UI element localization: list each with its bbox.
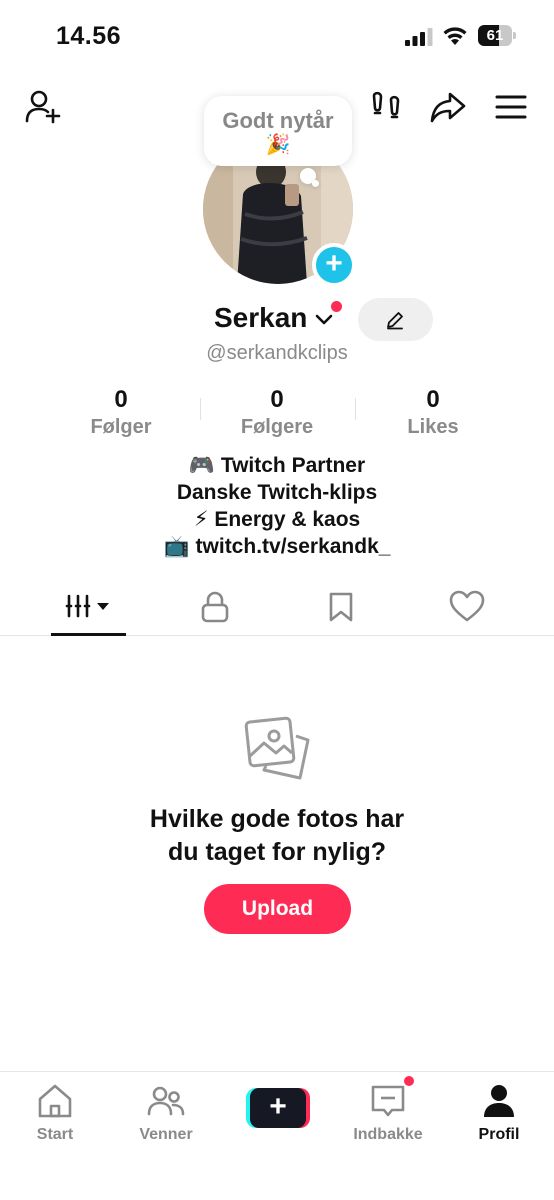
stat-likes-label: Likes bbox=[407, 416, 459, 438]
notification-dot bbox=[331, 301, 342, 312]
stat-followers[interactable]: 0 Følgere bbox=[197, 386, 357, 439]
cellular-signal-icon bbox=[405, 28, 433, 46]
note-bubble-tail-small bbox=[312, 180, 319, 187]
tab-videos[interactable] bbox=[51, 580, 127, 636]
tab-private[interactable] bbox=[177, 580, 253, 636]
share-icon[interactable] bbox=[429, 88, 467, 126]
nav-venner-label: Venner bbox=[139, 1126, 193, 1143]
stat-following-label: Følger bbox=[90, 416, 152, 438]
stat-likes[interactable]: 0 Likes bbox=[353, 386, 513, 439]
bio-link[interactable]: 📺 twitch.tv/serkandk_ bbox=[0, 533, 554, 560]
menu-icon[interactable] bbox=[492, 88, 530, 126]
bio-line: 🎮 Twitch Partner bbox=[188, 454, 366, 477]
empty-state-title: Hvilke gode fotos har du taget for nylig… bbox=[0, 803, 554, 869]
videos-grid-icon bbox=[65, 594, 109, 618]
profile-icon bbox=[484, 1085, 514, 1117]
bio-line: ⚡ Energy & kaos bbox=[193, 508, 361, 531]
nav-indbakke-label: Indbakke bbox=[353, 1126, 423, 1143]
status-bar: 14.56 61 bbox=[0, 0, 554, 70]
friends-icon bbox=[147, 1086, 185, 1116]
empty-state-title-line: du taget for nylig? bbox=[167, 838, 387, 866]
empty-state-title-line: Hvilke gode fotos har bbox=[149, 805, 405, 833]
inbox-icon bbox=[371, 1085, 405, 1117]
stat-following-value: 0 bbox=[114, 386, 128, 413]
add-friend-icon[interactable] bbox=[24, 88, 62, 126]
lock-icon bbox=[201, 591, 229, 623]
bio: 🎮 Twitch Partner Danske Twitch-klips ⚡ E… bbox=[0, 452, 554, 560]
nav-start[interactable]: Start bbox=[5, 1082, 105, 1144]
inbox-notification-dot bbox=[402, 1074, 416, 1088]
status-time: 14.56 bbox=[56, 22, 122, 50]
wifi-icon bbox=[443, 27, 467, 45]
tab-saved[interactable] bbox=[303, 580, 379, 636]
footprints-icon[interactable] bbox=[367, 88, 405, 126]
create-button[interactable]: + bbox=[246, 1088, 310, 1128]
stat-likes-value: 0 bbox=[426, 386, 440, 413]
add-avatar-button[interactable]: + bbox=[312, 243, 356, 287]
stat-followers-value: 0 bbox=[270, 386, 284, 413]
nav-start-label: Start bbox=[36, 1126, 74, 1143]
home-icon bbox=[38, 1084, 72, 1118]
photos-icon bbox=[244, 716, 310, 780]
bio-line: Danske Twitch-klips bbox=[176, 481, 378, 504]
bookmark-icon bbox=[329, 592, 353, 622]
stat-following[interactable]: 0 Følger bbox=[41, 386, 201, 439]
party-popper-emoji: 🎉 bbox=[265, 134, 291, 156]
battery-icon: 61 bbox=[478, 25, 516, 46]
nav-profil-label: Profil bbox=[478, 1126, 520, 1143]
stat-followers-label: Følgere bbox=[240, 416, 314, 438]
edit-profile-button[interactable] bbox=[358, 298, 433, 341]
heart-icon bbox=[449, 590, 485, 622]
profile-handle: @serkandkclips bbox=[206, 342, 348, 364]
note-bubble[interactable]: Godt nytår 🎉 bbox=[204, 96, 352, 166]
chevron-down-icon[interactable] bbox=[314, 312, 334, 328]
plus-icon: + bbox=[250, 1088, 306, 1128]
nav-indbakke[interactable]: Indbakke bbox=[338, 1082, 438, 1144]
profile-tabs bbox=[0, 580, 554, 636]
battery-level: 61 bbox=[486, 27, 504, 44]
bottom-nav: Start Venner + Indbakke Profil bbox=[0, 1071, 554, 1200]
upload-button[interactable]: Upload bbox=[204, 884, 351, 934]
nav-venner[interactable]: Venner bbox=[116, 1082, 216, 1144]
tab-active-indicator bbox=[51, 633, 126, 636]
plus-icon: + bbox=[325, 247, 343, 280]
nav-profil[interactable]: Profil bbox=[449, 1082, 549, 1144]
tab-liked[interactable] bbox=[429, 580, 505, 636]
pencil-icon bbox=[387, 312, 403, 330]
note-text: Godt nytår bbox=[222, 108, 334, 133]
profile-name[interactable]: Serkan bbox=[214, 302, 307, 334]
